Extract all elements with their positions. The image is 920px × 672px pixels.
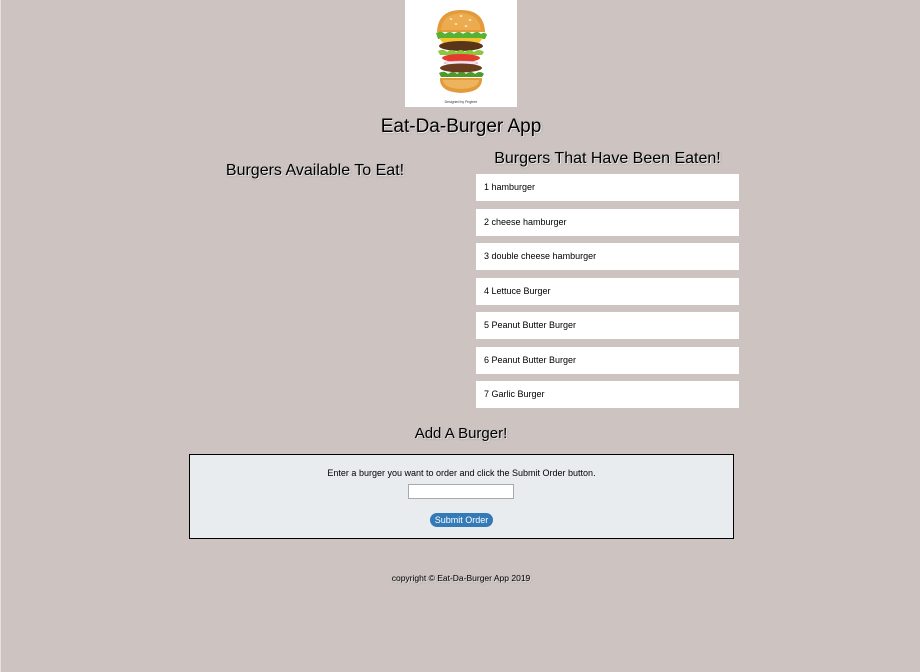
burger-logo-icon [436, 10, 487, 93]
eaten-burger-item: 3 double cheese hamburger [476, 243, 739, 270]
eaten-burger-item: 5 Peanut Butter Burger [476, 312, 739, 339]
page-title: Eat-Da-Burger App [380, 116, 542, 137]
logo-caption: Designed by Pngtree [444, 100, 478, 104]
burger-logo: Designed by Pngtree [405, 0, 517, 107]
burger-name-input[interactable] [408, 484, 514, 499]
eaten-burger-item: 4 Lettuce Burger [476, 277, 739, 305]
add-burger-form: Enter a burger you want to order and cli… [189, 454, 734, 539]
eaten-burger-item: 7 Garlic Burger [476, 381, 739, 408]
available-burgers-heading: Burgers Available To Eat! [225, 162, 405, 179]
eaten-burger-item: 6 Peanut Butter Burger [476, 346, 739, 374]
eaten-burgers-heading: Burgers That Have Been Eaten! [494, 150, 721, 167]
eaten-burger-list: 1 hamburger 2 cheese hamburger 3 double … [476, 174, 739, 416]
eaten-burger-item: 1 hamburger [476, 174, 739, 201]
eaten-burger-item: 2 cheese hamburger [476, 208, 739, 236]
submit-order-button[interactable]: Submit Order [430, 513, 493, 527]
footer-copyright: copyright © Eat-Da-Burger App 2019 [391, 573, 531, 583]
order-instructions: Enter a burger you want to order and cli… [327, 468, 596, 478]
add-burger-heading: Add A Burger! [414, 425, 508, 442]
